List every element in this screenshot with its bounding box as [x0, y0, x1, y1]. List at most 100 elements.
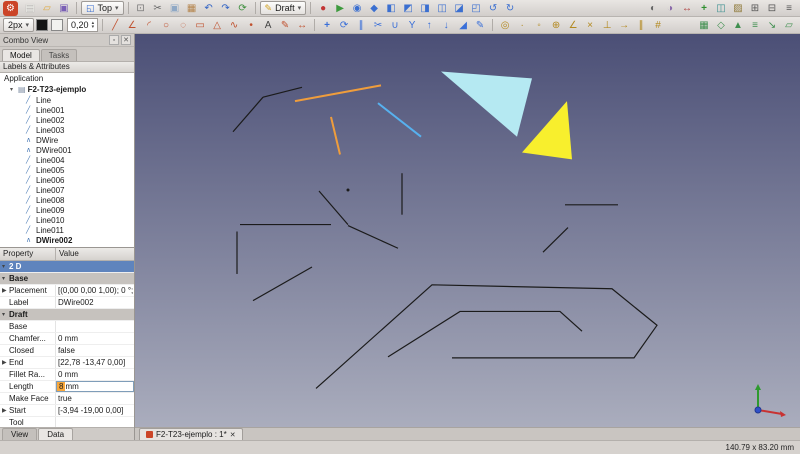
paste-icon[interactable]: ▦	[184, 1, 200, 16]
tab-tasks[interactable]: Tasks	[41, 49, 77, 61]
draft-rotate-icon[interactable]: ⟳	[336, 18, 352, 33]
snap-center-icon[interactable]: ⊕	[548, 18, 564, 33]
property-column-header[interactable]: Property	[0, 248, 56, 260]
labels-attributes-header[interactable]: Labels & Attributes	[0, 61, 134, 73]
draft-text-icon[interactable]: ✎	[277, 18, 293, 33]
new-document-icon[interactable]: ▤	[22, 1, 38, 16]
measure-distance-icon[interactable]: ↔	[679, 1, 695, 16]
tree-item-line002[interactable]: ╱ Line002	[0, 115, 134, 125]
save-document-icon[interactable]: ▣	[56, 1, 72, 16]
tree-density-icon[interactable]: ≡	[781, 1, 797, 16]
undo-icon[interactable]: ↶	[201, 1, 217, 16]
tree-item-dwire002[interactable]: ∧ DWire002	[0, 235, 134, 245]
draft-trim-icon[interactable]: ✂	[370, 18, 386, 33]
draft-ellipse-icon[interactable]: ◌	[175, 18, 191, 33]
prop-row-make-face[interactable]: Make Face true	[0, 393, 134, 405]
tree-item-dwire[interactable]: ∧ DWire	[0, 135, 134, 145]
orange-line-short[interactable]	[331, 117, 340, 155]
draft-line-icon[interactable]: ╱	[107, 18, 123, 33]
prop-row-length[interactable]: Length 8 mm	[0, 381, 134, 393]
prop-group-draft[interactable]: ▾Draft	[0, 309, 134, 321]
view-rear-icon[interactable]: ◫	[434, 1, 450, 16]
tree-item-line005[interactable]: ╱ Line005	[0, 165, 134, 175]
macro-record-icon[interactable]: ●	[315, 1, 331, 16]
draft-dimension-icon[interactable]: ↔	[294, 18, 310, 33]
workbench-selector[interactable]: ✎ Draft ▾	[260, 1, 307, 15]
tree-item-line[interactable]: ╱ Line	[0, 95, 134, 105]
snap-lock-icon[interactable]: ◎	[497, 18, 513, 33]
tree-item-line009[interactable]: ╱ Line009	[0, 205, 134, 215]
float-panel-button[interactable]: ▫	[109, 35, 119, 45]
macro-execute-icon[interactable]: ▶	[332, 1, 348, 16]
tree-item-dwire001[interactable]: ∧ DWire001	[0, 145, 134, 155]
draft-downgrade-icon[interactable]: ↓	[438, 18, 454, 33]
prop-row-label[interactable]: Label DWire002	[0, 297, 134, 309]
tab-data[interactable]: Data	[38, 428, 73, 440]
view-top-icon[interactable]: ◩	[400, 1, 416, 16]
rotate-left-icon[interactable]: ↺	[485, 1, 501, 16]
prop-row-fillet-radius[interactable]: Fillet Ra... 0 mm	[0, 369, 134, 381]
tree-root-application[interactable]: Application	[0, 73, 134, 84]
view-left-icon[interactable]: ◰	[468, 1, 484, 16]
view-right-icon[interactable]: ◨	[417, 1, 433, 16]
working-plane-icon[interactable]: ◇	[713, 18, 729, 33]
open-document-icon[interactable]: ▱	[39, 1, 55, 16]
clipping-plane-icon[interactable]: ◫	[713, 1, 729, 16]
3d-viewport[interactable]	[135, 34, 800, 427]
black-line-diag-2[interactable]	[253, 267, 312, 301]
snap-angle-icon[interactable]: ∠	[565, 18, 581, 33]
spinner-arrows[interactable]: ▴▾	[92, 21, 95, 29]
fit-all-icon[interactable]: ◉	[349, 1, 365, 16]
construction-mode-icon[interactable]: ▲	[730, 18, 746, 33]
freecad-logo[interactable]: ⚙	[3, 1, 18, 16]
document-tab[interactable]: F2-T23-ejemplo : 1* ✕	[139, 428, 243, 440]
blue-line[interactable]	[378, 103, 421, 137]
draft-point-icon[interactable]: •	[243, 18, 259, 33]
draft-bspline-icon[interactable]: ∿	[226, 18, 242, 33]
cut-icon[interactable]: ✂	[150, 1, 166, 16]
copy-icon[interactable]: ▣	[167, 1, 183, 16]
black-line-diag-3[interactable]	[348, 226, 398, 249]
draft-upgrade-icon[interactable]: ↑	[421, 18, 437, 33]
axis-cross-icon[interactable]: +	[696, 1, 712, 16]
line-color-swatch[interactable]	[36, 19, 48, 31]
view-isometric-icon[interactable]: ◆	[366, 1, 382, 16]
prop-row-tool[interactable]: Tool	[0, 417, 134, 427]
refresh-icon[interactable]: ⟳	[235, 1, 251, 16]
dwire-outer[interactable]	[316, 285, 657, 389]
view-front-icon[interactable]: ◧	[383, 1, 399, 16]
draw-style-icon[interactable]: ◐	[645, 1, 661, 16]
tree-item-line003[interactable]: ╱ Line003	[0, 125, 134, 135]
snap-parallel-icon[interactable]: ∥	[633, 18, 649, 33]
snap-grid-icon[interactable]: #	[650, 18, 666, 33]
line-width-selector[interactable]: 2px ▾	[3, 18, 34, 32]
snap-perpendicular-icon[interactable]: ⊥	[599, 18, 615, 33]
expander-icon[interactable]: ▾	[10, 86, 16, 93]
global-scale-spinbox[interactable]: 0,20 ▴▾	[67, 18, 98, 32]
prop-row-start[interactable]: ▶Start [-3,94 -19,00 0,00]	[0, 405, 134, 417]
prop-group-2d[interactable]: ▾2 D	[0, 261, 134, 273]
prop-row-chamfer[interactable]: Chamfer... 0 mm	[0, 333, 134, 345]
draft-polygon-icon[interactable]: △	[209, 18, 225, 33]
tree-item-line001[interactable]: ╱ Line001	[0, 105, 134, 115]
draft-circle-icon[interactable]: ○	[158, 18, 174, 33]
snap-midpoint-icon[interactable]: ◦	[531, 18, 547, 33]
tree-item-line004[interactable]: ╱ Line004	[0, 155, 134, 165]
close-tab-icon[interactable]: ✕	[230, 431, 236, 439]
tree-item-line007[interactable]: ╱ Line007	[0, 185, 134, 195]
draft-join-icon[interactable]: ∪	[387, 18, 403, 33]
black-line-diag-1[interactable]	[319, 191, 348, 225]
rotate-right-icon[interactable]: ↻	[502, 1, 518, 16]
black-line-a2[interactable]	[263, 87, 302, 97]
dwire-inner[interactable]	[388, 311, 582, 356]
value-column-header[interactable]: Value	[56, 248, 134, 260]
prop-row-end[interactable]: ▶End [22,78 -13,47 0,00]	[0, 357, 134, 369]
face-color-swatch[interactable]	[51, 19, 63, 31]
draft-scale-icon[interactable]: ◢	[455, 18, 471, 33]
move-to-group-icon[interactable]: ↘	[764, 18, 780, 33]
tab-view[interactable]: View	[2, 428, 37, 440]
tree-item-line006[interactable]: ╱ Line006	[0, 175, 134, 185]
cad-drawing[interactable]	[135, 34, 800, 427]
tree-document[interactable]: ▾ ▤ F2-T23-ejemplo	[0, 84, 134, 95]
snap-extension-icon[interactable]: →	[616, 18, 632, 33]
